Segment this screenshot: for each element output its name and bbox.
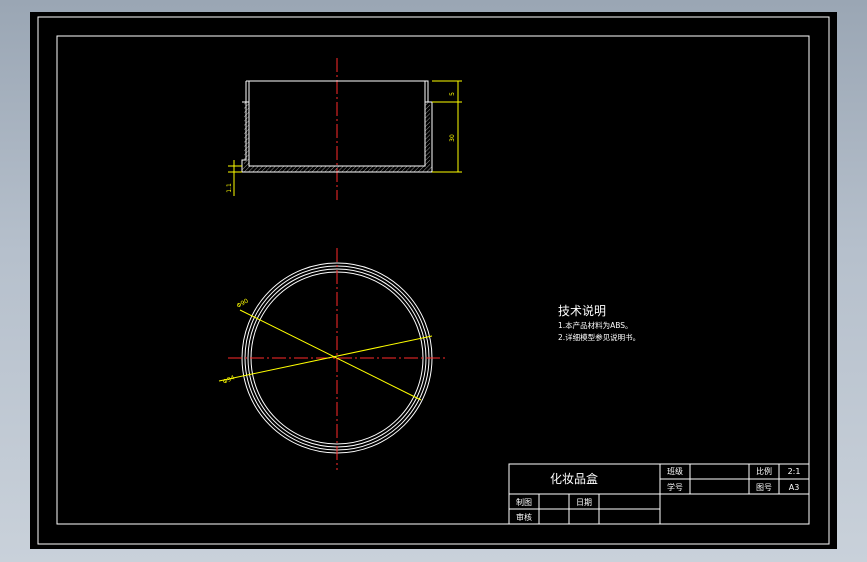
base-hatch <box>242 166 432 172</box>
label-sheet: 图号 <box>756 483 772 492</box>
left-wall-hatch <box>244 102 249 166</box>
value-sheet: A3 <box>789 483 800 492</box>
label-scale: 比例 <box>756 466 772 476</box>
tech-notes-title: 技术说明 <box>558 303 606 318</box>
dim-base-thickness: 1.1 <box>226 183 233 193</box>
value-scale: 2:1 <box>788 467 801 476</box>
dim-top-height: 5 <box>449 92 456 96</box>
label-class: 班级 <box>667 466 683 476</box>
label-date: 日期 <box>576 498 592 507</box>
tech-note-2: 2.详细模型参见说明书。 <box>558 332 640 342</box>
label-drawn: 制图 <box>516 497 532 507</box>
label-student-no: 学号 <box>667 482 683 492</box>
model-space-canvas <box>30 12 837 549</box>
right-wall-hatch <box>425 102 430 166</box>
drawing-sheet: 5 30 1.1 Φ90 Φ94 技术说明 1.本产品材料为ABS。 2.详细模… <box>30 12 837 549</box>
dim-body-height: 30 <box>449 134 456 142</box>
label-checked: 审核 <box>516 512 532 522</box>
drawing-name: 化妆品盒 <box>550 471 598 486</box>
tech-note-1: 1.本产品材料为ABS。 <box>558 320 633 330</box>
